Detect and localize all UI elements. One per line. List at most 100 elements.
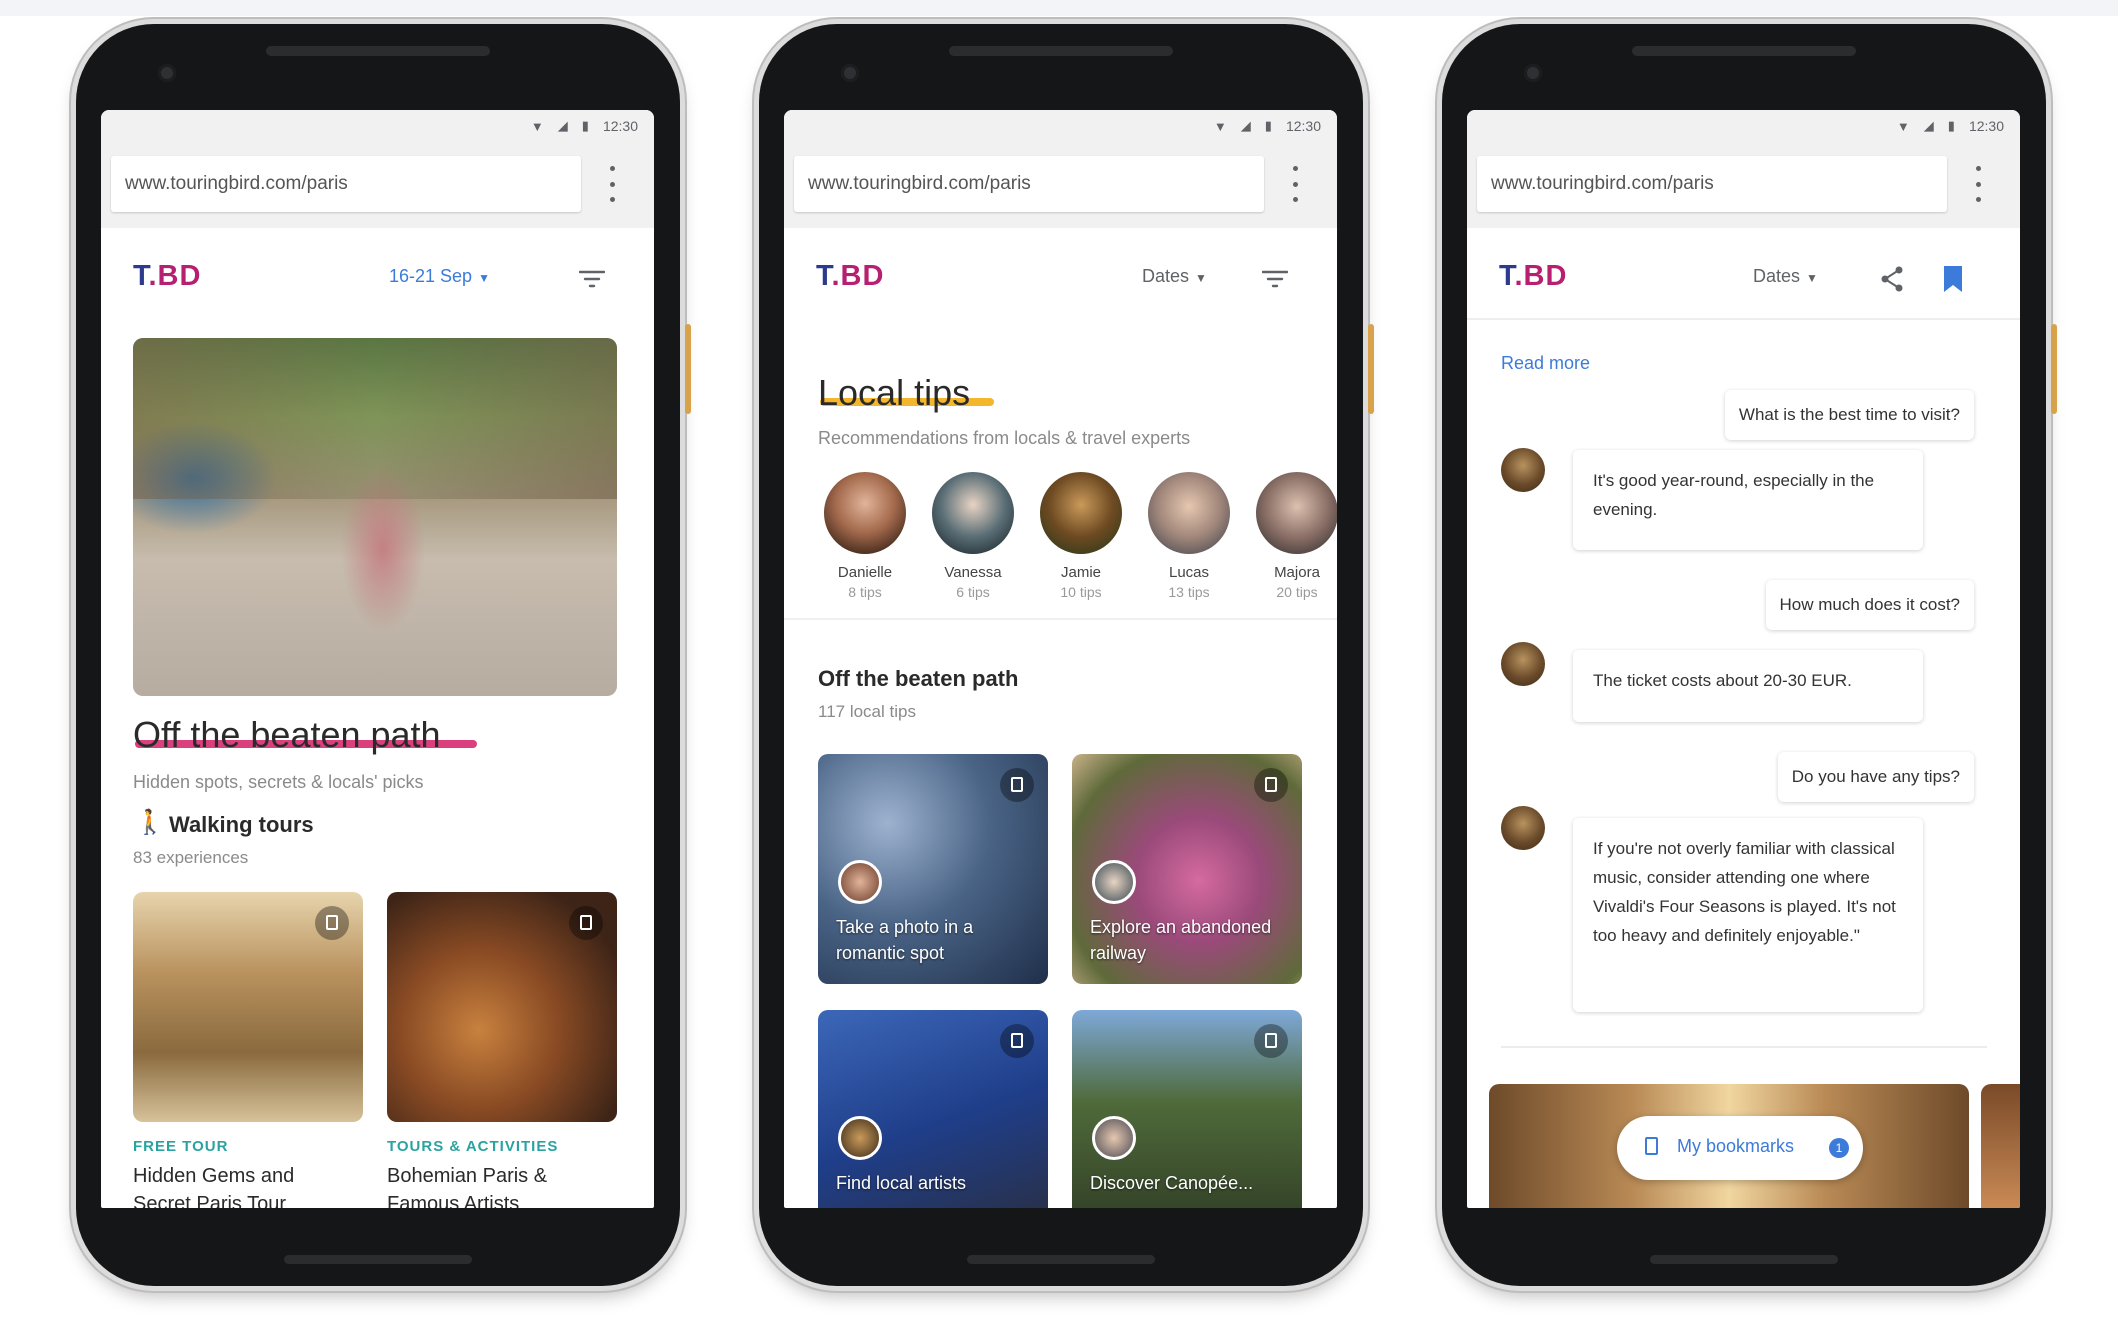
- browser-menu-icon[interactable]: [1975, 166, 1981, 202]
- section-subtitle: Recommendations from locals & travel exp…: [818, 428, 1191, 448]
- bookmark-icon[interactable]: [1000, 1024, 1034, 1058]
- status-time: 12:30: [602, 118, 638, 134]
- expert-avatar[interactable]: [824, 472, 906, 554]
- tip-card-text: Find local artists: [836, 1173, 967, 1193]
- expert-tips: 10 tips: [1060, 584, 1102, 600]
- section-title: Local tips: [818, 372, 971, 413]
- url-field[interactable]: www.touringbird.com/paris: [794, 156, 1264, 212]
- bookmark-icon[interactable]: [1254, 768, 1288, 802]
- tour-card-tag: FREE TOUR: [133, 1138, 229, 1155]
- status-bar: ▼ ◢ ▮ 12:30: [1467, 110, 2020, 146]
- expert-tips: 20 tips: [1276, 584, 1318, 600]
- url-field[interactable]: www.touringbird.com/paris: [1477, 156, 1947, 212]
- phone-screen-3: ▼ ◢ ▮ 12:30 www.touringbird.com/paris T.…: [1467, 110, 2020, 1208]
- read-more-link[interactable]: Read more: [1501, 353, 1590, 374]
- expert-tips: 6 tips: [956, 584, 990, 600]
- battery-icon: ▮: [581, 118, 589, 133]
- expert-avatar[interactable]: [1148, 472, 1230, 554]
- signal-icon: ◢: [1923, 118, 1934, 133]
- tip-author-avatar: [838, 860, 882, 904]
- tip-card-text: Explore an abandoned railway: [1090, 917, 1272, 963]
- dates-selector[interactable]: Dates ▼: [1142, 266, 1207, 287]
- question-bubble[interactable]: What is the best time to visit?: [1724, 390, 1974, 440]
- tip-author-avatar: [838, 1116, 882, 1160]
- expert-name: Vanessa: [944, 564, 1002, 581]
- earpiece-speaker: [266, 46, 490, 56]
- dates-selector[interactable]: Dates ▼: [1753, 266, 1818, 287]
- bookmark-icon[interactable]: [315, 906, 349, 940]
- app-header: T.BD Dates ▼: [784, 228, 1337, 318]
- expert-avatar: [1501, 642, 1545, 686]
- date-range-selector[interactable]: 16-21 Sep ▼: [389, 266, 490, 287]
- tip-author-avatar: [1092, 1116, 1136, 1160]
- page-top-band: [0, 0, 2118, 16]
- my-bookmarks-label: My bookmarks: [1677, 1136, 1795, 1156]
- tip-card[interactable]: Find local artists: [818, 1010, 1048, 1208]
- tour-card-image[interactable]: [133, 892, 363, 1122]
- tip-author-avatar: [1092, 860, 1136, 904]
- app-logo[interactable]: T.BD: [816, 260, 884, 293]
- tip-card[interactable]: Explore an abandoned railway: [1072, 754, 1302, 984]
- expert-avatar[interactable]: [1040, 472, 1122, 554]
- tour-card-title[interactable]: Bohemian Paris & Famous Artists: [387, 1162, 617, 1208]
- front-camera: [841, 64, 859, 82]
- wifi-icon: ▼: [1213, 118, 1227, 134]
- tour-card-title[interactable]: Hidden Gems and Secret Paris Tour: [133, 1162, 353, 1208]
- share-icon[interactable]: [1877, 264, 1907, 294]
- power-button: [2051, 324, 2057, 414]
- question-bubble[interactable]: Do you have any tips?: [1777, 752, 1974, 802]
- list-title: Off the beaten path: [818, 666, 1019, 691]
- browser-toolbar: www.touringbird.com/paris: [101, 146, 654, 228]
- phone-frame-3: ▼ ◢ ▮ 12:30 www.touringbird.com/paris T.…: [1442, 24, 2057, 1286]
- answer-bubble: The ticket costs about 20-30 EUR.: [1573, 650, 1923, 722]
- wifi-icon: ▼: [1896, 118, 1910, 134]
- app-header: T.BD Dates ▼: [1467, 228, 2020, 320]
- earpiece-speaker: [1632, 46, 1856, 56]
- my-bookmarks-button[interactable]: My bookmarks 1: [1617, 1116, 1863, 1180]
- earpiece-speaker: [949, 46, 1173, 56]
- hero-image[interactable]: [133, 338, 617, 696]
- status-bar: ▼ ◢ ▮ 12:30: [784, 110, 1337, 146]
- status-time: 12:30: [1285, 118, 1321, 134]
- list-count: 117 local tips: [818, 702, 916, 721]
- expert-avatar[interactable]: [932, 472, 1014, 554]
- divider: [1501, 1046, 1987, 1048]
- filter-icon[interactable]: [1262, 270, 1288, 288]
- section-subtitle: Hidden spots, secrets & locals' picks: [133, 772, 424, 792]
- expert-name: Danielle: [837, 564, 893, 581]
- answer-bubble: It's good year-round, especially in the …: [1573, 450, 1923, 550]
- signal-icon: ◢: [1240, 118, 1251, 133]
- bottom-speaker: [284, 1255, 472, 1264]
- bookmark-icon[interactable]: [569, 906, 603, 940]
- bookmark-icon[interactable]: [1254, 1024, 1288, 1058]
- attraction-photo[interactable]: [1981, 1084, 2020, 1208]
- bookmark-icon[interactable]: [1000, 768, 1034, 802]
- browser-menu-icon[interactable]: [1292, 166, 1298, 202]
- phone-screen-2: ▼ ◢ ▮ 12:30 www.touringbird.com/paris T.…: [784, 110, 1337, 1208]
- expert-name: Lucas: [1168, 564, 1210, 581]
- power-button: [685, 324, 691, 414]
- bookmark-outline-icon: [1645, 1137, 1658, 1155]
- app-logo[interactable]: T.BD: [133, 260, 201, 293]
- url-field[interactable]: www.touringbird.com/paris: [111, 156, 581, 212]
- filter-icon[interactable]: [579, 270, 605, 288]
- tip-card[interactable]: Take a photo in a romantic spot: [818, 754, 1048, 984]
- expert-avatar[interactable]: [1256, 472, 1337, 554]
- bottom-speaker: [967, 1255, 1155, 1264]
- tip-card[interactable]: Discover Canopée...: [1072, 1010, 1302, 1208]
- expert-name: Majora: [1274, 564, 1320, 581]
- tour-card-image[interactable]: [387, 892, 617, 1122]
- divider: [784, 618, 1337, 620]
- caret-down-icon: ▼: [1195, 271, 1207, 285]
- tour-card-tag: TOURS & ACTIVITIES: [387, 1138, 559, 1155]
- browser-menu-icon[interactable]: [609, 166, 615, 202]
- bookmark-filled-icon[interactable]: [1941, 264, 1965, 294]
- browser-toolbar: www.touringbird.com/paris: [1467, 146, 2020, 228]
- expert-tips: 8 tips: [848, 584, 882, 600]
- expert-name: Jamie: [1060, 564, 1101, 581]
- question-bubble[interactable]: How much does it cost?: [1765, 580, 1974, 630]
- phone-frame-2: ▼ ◢ ▮ 12:30 www.touringbird.com/paris T.…: [759, 24, 1374, 1286]
- browser-toolbar: www.touringbird.com/paris: [784, 146, 1337, 228]
- app-logo[interactable]: T.BD: [1499, 260, 1567, 293]
- bottom-speaker: [1650, 1255, 1838, 1264]
